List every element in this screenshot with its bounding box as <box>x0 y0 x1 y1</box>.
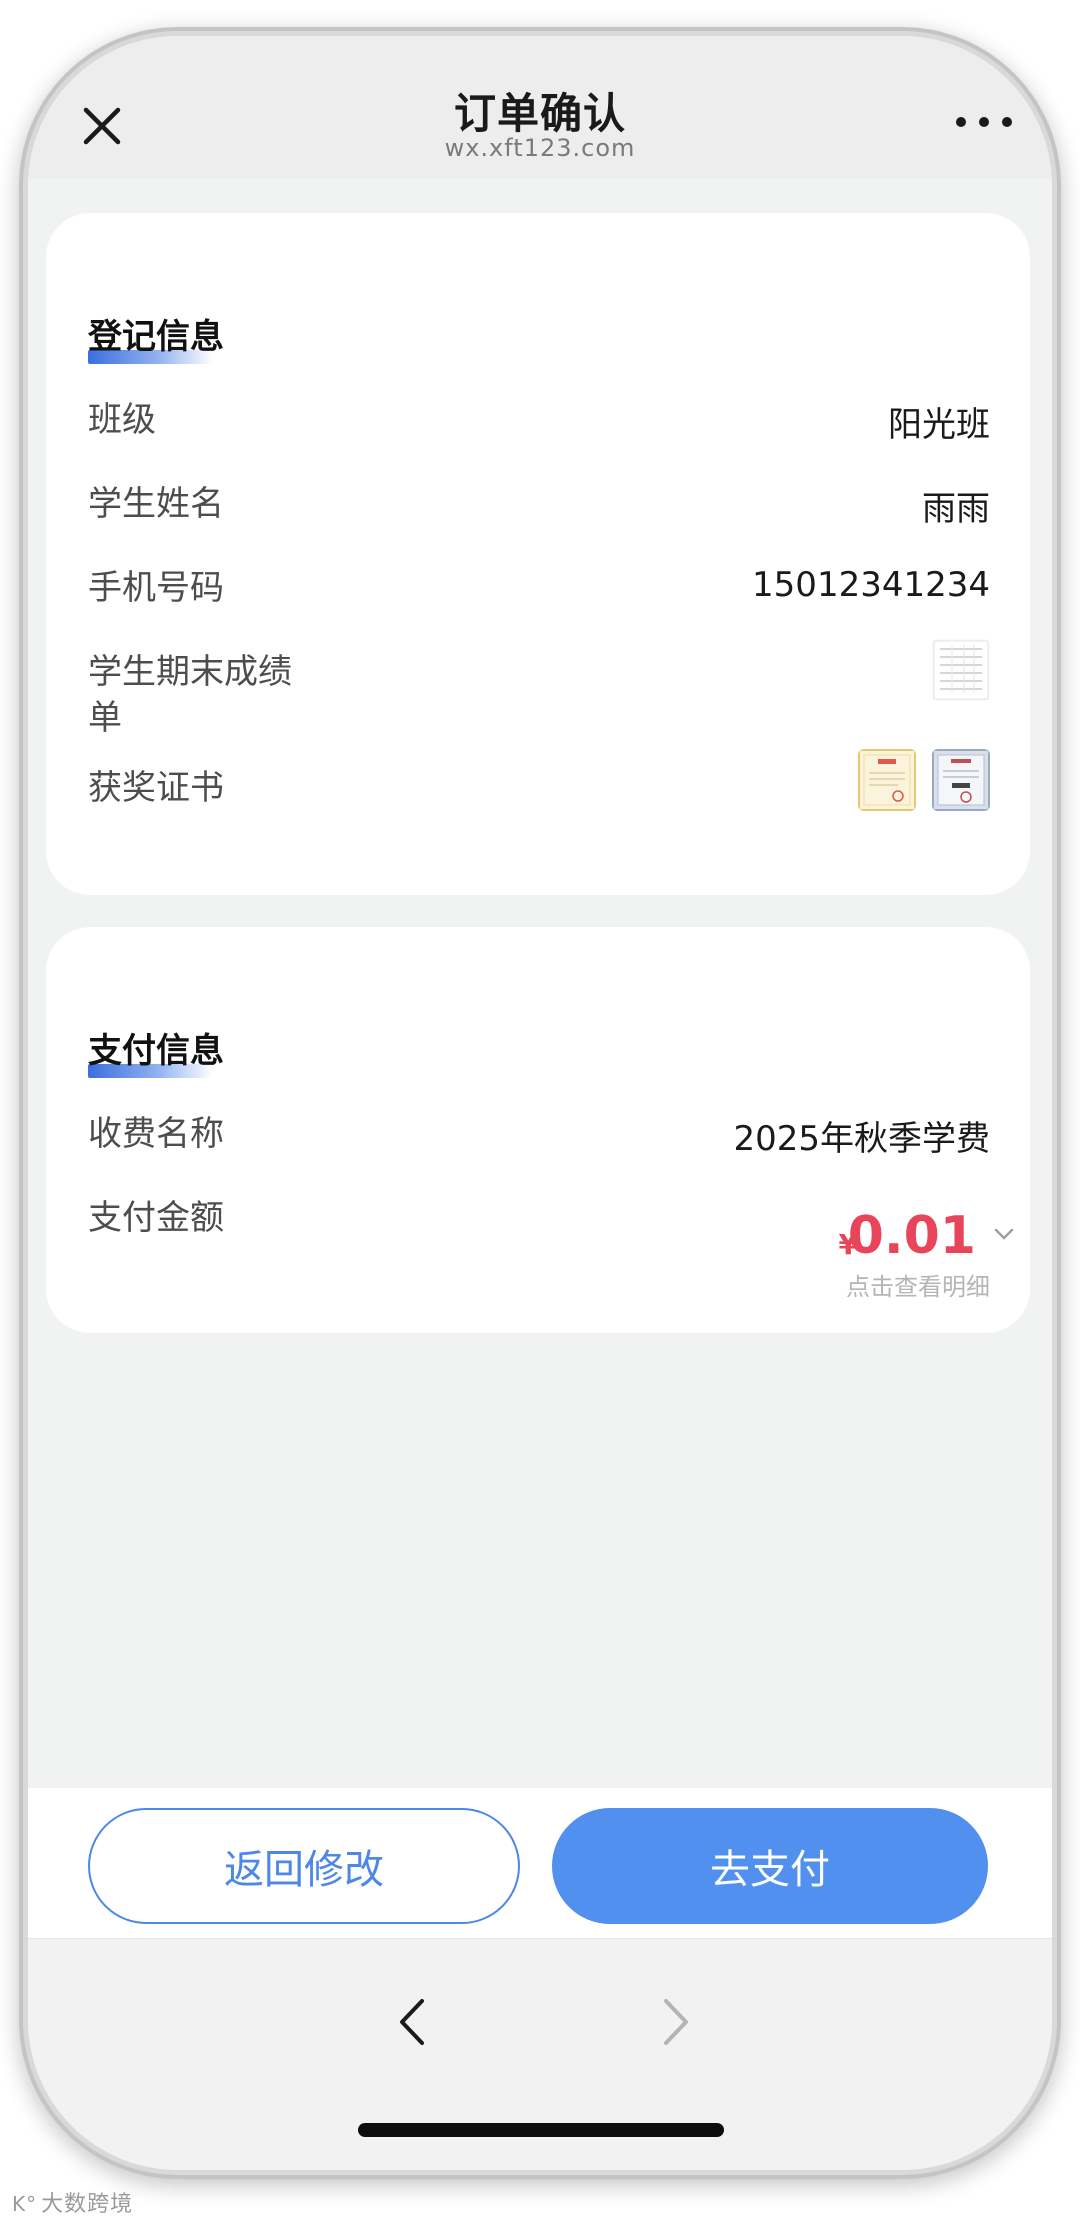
award-certificate-thumbnail[interactable] <box>858 749 916 811</box>
transcript-label-line2: 单 <box>88 698 122 738</box>
pay-button[interactable]: 去支付 <box>552 1808 988 1924</box>
payment-section-title-text: 支付信息 <box>88 1031 224 1071</box>
more-dot <box>1002 117 1012 127</box>
more-dot <box>956 117 966 127</box>
browser-toolbar <box>28 1938 1052 2170</box>
amount-value: 0.01 <box>847 1206 976 1266</box>
payment-card: 支付信息 收费名称 2025年秋季学费 支付金额 点击查看明细 <box>46 927 1030 1333</box>
more-dot <box>979 117 989 127</box>
honor-certificate-thumbnail[interactable] <box>932 749 990 811</box>
awards-label: 获奖证书 <box>88 768 224 808</box>
chevron-right-icon[interactable] <box>656 1995 696 2049</box>
amount-display[interactable]: ¥ 0.01 <box>796 1206 1016 1266</box>
nav-header: 订单确认 wx.xft123.com <box>28 36 1052 179</box>
student-name-value: 雨雨 <box>922 489 990 529</box>
registration-card: 登记信息 班级 阳光班 学生姓名 雨雨 手机号码 15012341234 学生期… <box>46 213 1030 895</box>
phone-value: 15012341234 <box>752 565 990 605</box>
more-icon[interactable] <box>952 108 1016 136</box>
watermark-logo-icon: K° <box>12 2192 38 2216</box>
watermark: K° 大数跨境 <box>12 2186 133 2218</box>
transcript-label-line1: 学生期末成绩 <box>88 652 292 692</box>
back-edit-button[interactable]: 返回修改 <box>88 1808 520 1924</box>
view-detail-link[interactable]: 点击查看明细 <box>846 1267 990 1302</box>
transcript-label: 学生期末成绩 单 <box>88 649 292 741</box>
phone-label: 手机号码 <box>88 568 224 608</box>
student-name-label: 学生姓名 <box>88 484 224 524</box>
home-indicator[interactable] <box>358 2123 724 2137</box>
watermark-text: 大数跨境 <box>41 2192 134 2217</box>
fee-name-label: 收费名称 <box>88 1114 224 1154</box>
amount-label: 支付金额 <box>88 1198 224 1238</box>
page-domain: wx.xft123.com <box>444 134 636 162</box>
page-title: 订单确认 <box>453 89 626 138</box>
action-bar: 返回修改 去支付 <box>28 1788 1052 1938</box>
payment-section-title: 支付信息 <box>88 1023 224 1078</box>
transcript-thumbnail[interactable] <box>932 639 990 701</box>
class-value: 阳光班 <box>888 405 990 445</box>
fee-name-value: 2025年秋季学费 <box>733 1119 990 1159</box>
registration-section-title-text: 登记信息 <box>88 317 224 357</box>
registration-section-title: 登记信息 <box>88 309 224 364</box>
phone-screen: 订单确认 wx.xft123.com 登记信息 班级 阳光班 学生姓名 雨雨 手… <box>28 36 1052 2170</box>
class-label: 班级 <box>88 400 156 440</box>
chevron-left-icon[interactable] <box>392 1995 432 2049</box>
chevron-down-icon[interactable] <box>992 1226 1016 1242</box>
